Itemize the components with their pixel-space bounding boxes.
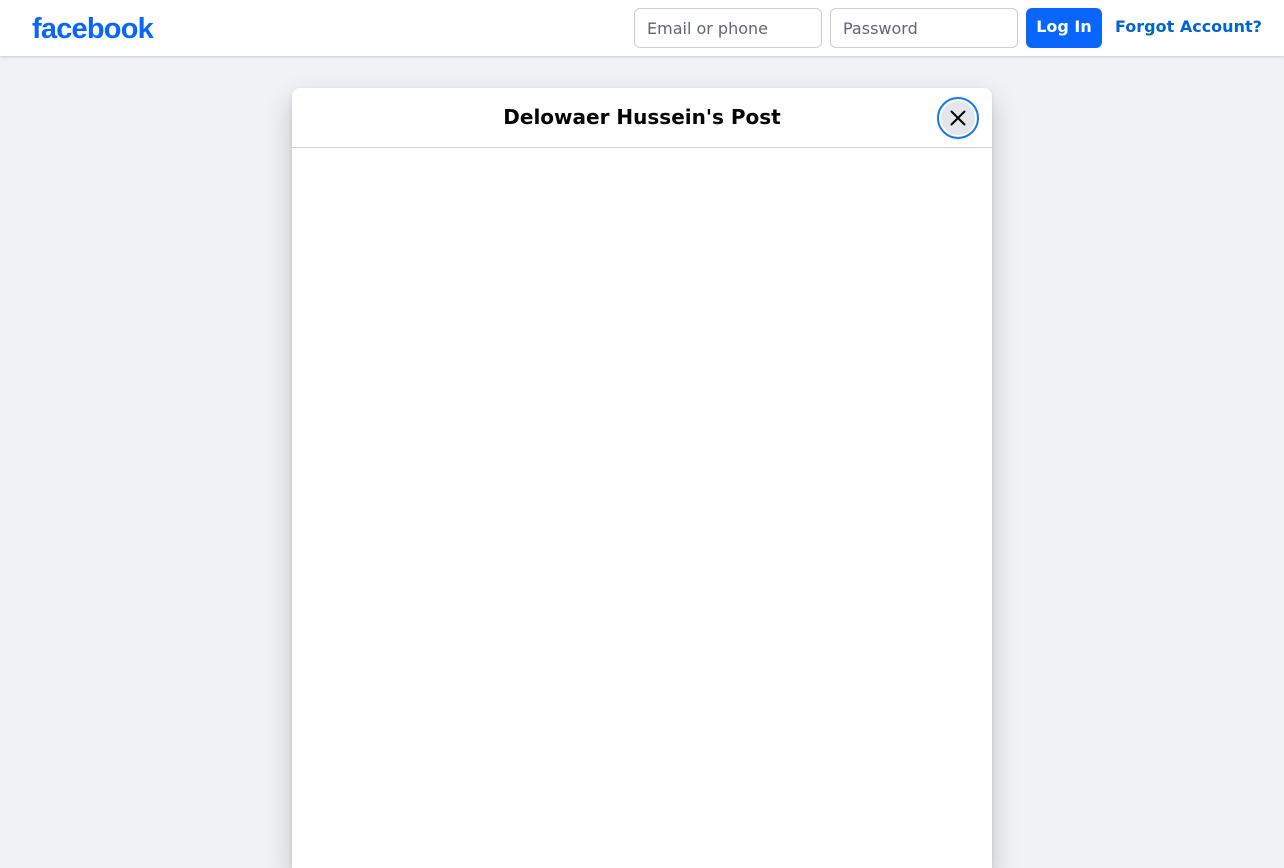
log-in-button[interactable]: Log In: [1026, 8, 1102, 48]
post-dialog-header: Delowaer Hussein's Post: [292, 88, 992, 148]
close-icon: [950, 110, 966, 126]
login-form: Log In Forgot Account?: [634, 8, 1262, 48]
close-button[interactable]: [937, 97, 979, 139]
facebook-logo[interactable]: facebook: [32, 10, 154, 46]
email-or-phone-input[interactable]: [634, 8, 822, 48]
password-input[interactable]: [830, 8, 1018, 48]
post-dialog-body: [292, 148, 992, 868]
post-dialog: Delowaer Hussein's Post: [292, 88, 992, 868]
forgot-account-link[interactable]: Forgot Account?: [1115, 17, 1262, 36]
post-dialog-title: Delowaer Hussein's Post: [503, 104, 781, 129]
top-navigation-bar: facebook Log In Forgot Account?: [0, 0, 1284, 56]
facebook-logo-text: facebook: [32, 13, 154, 45]
